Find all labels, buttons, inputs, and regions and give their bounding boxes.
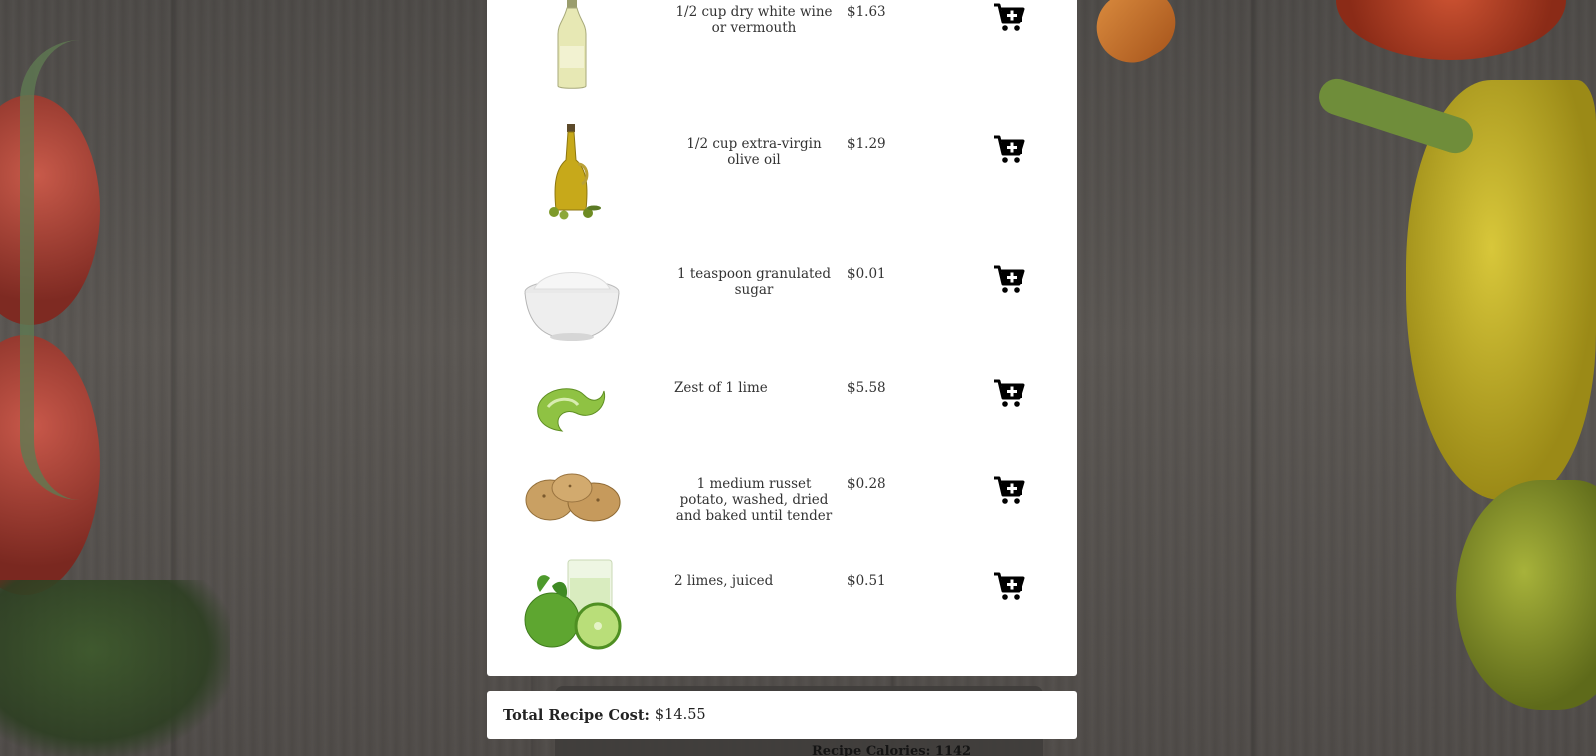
ingredients-card: 1/2 cup dry white wine or vermouth $1.63 bbox=[487, 0, 1077, 676]
ingredient-price: $0.01 bbox=[847, 266, 886, 282]
ingredient-price: $0.51 bbox=[847, 573, 886, 589]
add-to-cart-icon[interactable] bbox=[992, 473, 1026, 507]
ingredient-price: $1.63 bbox=[847, 4, 886, 20]
ingredient-name: 1 teaspoon granulated sugar bbox=[676, 266, 832, 298]
add-to-cart-icon[interactable] bbox=[992, 262, 1026, 296]
lime-zest-icon bbox=[522, 372, 622, 442]
ingredient-price: $0.28 bbox=[847, 476, 886, 492]
background-herbs bbox=[0, 580, 230, 756]
background-vine bbox=[20, 40, 110, 500]
background-carrot bbox=[1083, 0, 1189, 76]
add-to-cart-icon[interactable] bbox=[992, 132, 1026, 166]
ingredient-price: $5.58 bbox=[847, 380, 886, 396]
wine-bottle-icon bbox=[522, 0, 622, 90]
add-to-cart-icon[interactable] bbox=[992, 376, 1026, 410]
ingredient-name: 1 medium russet potato, washed, dried an… bbox=[675, 476, 833, 524]
background-green-pepper bbox=[1456, 480, 1596, 710]
total-value: $14.55 bbox=[654, 707, 706, 723]
ingredient-name: Zest of 1 lime bbox=[674, 380, 768, 396]
olive-oil-bottle-icon bbox=[522, 120, 622, 220]
total-recipe-cost: Total Recipe Cost: $14.55 bbox=[487, 691, 1077, 739]
total-label: Total Recipe Cost: bbox=[503, 706, 650, 724]
potatoes-icon bbox=[522, 468, 622, 528]
background-red-pepper bbox=[1336, 0, 1566, 60]
limes-juice-icon bbox=[522, 555, 622, 655]
sugar-bowl-icon bbox=[522, 252, 622, 352]
background-pepper-stem bbox=[1314, 74, 1478, 158]
ingredient-price: $1.29 bbox=[847, 136, 886, 152]
recipe-calories-peek: Recipe Calories: 1142 bbox=[812, 744, 972, 756]
ingredient-name: 2 limes, juiced bbox=[674, 573, 774, 589]
ingredient-name: 1/2 cup dry white wine or vermouth bbox=[675, 4, 833, 36]
ingredient-name: 1/2 cup extra-virgin olive oil bbox=[686, 136, 822, 168]
add-to-cart-icon[interactable] bbox=[992, 569, 1026, 603]
add-to-cart-icon[interactable] bbox=[992, 0, 1026, 34]
